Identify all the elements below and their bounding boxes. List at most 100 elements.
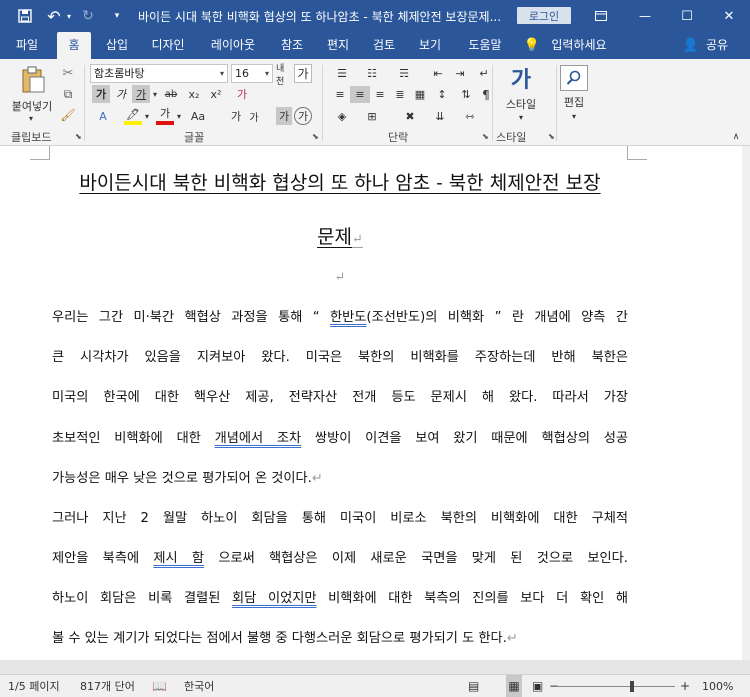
- bold-button[interactable]: 가: [92, 85, 110, 103]
- find-icon[interactable]: [560, 65, 588, 91]
- numbering-icon[interactable]: ☷: [360, 65, 384, 81]
- spelling-flag[interactable]: 회담 이었지만: [232, 591, 316, 606]
- document-page[interactable]: 바이든시대 북한 비핵화 협상의 또 하나 암초 - 북한 체제안전 보장 문제…: [0, 146, 742, 660]
- zoom-in-button[interactable]: +: [680, 675, 690, 697]
- decrease-indent-icon[interactable]: ⇤: [428, 65, 448, 81]
- font-launcher-icon[interactable]: ⬊: [312, 132, 319, 141]
- paste-dropdown-icon[interactable]: ▾: [26, 113, 36, 123]
- minimize-icon[interactable]: —: [630, 0, 660, 32]
- tab-insert[interactable]: 삽입: [97, 32, 137, 59]
- proofing-icon[interactable]: 📖: [152, 675, 167, 697]
- language-indicator[interactable]: 한국어: [184, 675, 214, 697]
- collapse-ribbon-icon[interactable]: ∧: [730, 131, 742, 143]
- align-right-icon[interactable]: ≡: [370, 86, 390, 103]
- tab-review[interactable]: 검토: [364, 32, 404, 59]
- paragraph-group-label: 단락: [388, 131, 409, 144]
- asian-layout-icon[interactable]: ✖: [400, 107, 420, 125]
- text-run: 하노이 회담은 비록 결렬된: [52, 591, 233, 606]
- paragraph-spacing-icon[interactable]: ⇊: [430, 107, 450, 125]
- spelling-flag[interactable]: 한반도: [330, 310, 366, 325]
- web-layout-icon[interactable]: ▣: [532, 675, 543, 697]
- distribute-icon[interactable]: ⇿: [460, 107, 480, 125]
- distributed-icon[interactable]: ▦: [410, 86, 430, 103]
- share-button[interactable]: 공유: [702, 32, 732, 59]
- maximize-icon[interactable]: ☐: [672, 0, 702, 32]
- tab-layout[interactable]: 레이아웃: [202, 32, 264, 59]
- line-break-icon[interactable]: ↵: [476, 65, 492, 81]
- spelling-flag[interactable]: 개념에서 조차: [215, 431, 302, 446]
- vertical-scrollbar[interactable]: [742, 146, 750, 660]
- redo-icon[interactable]: ↻: [78, 0, 98, 32]
- align-center-icon[interactable]: ≡: [350, 86, 370, 103]
- text-effects-icon[interactable]: A: [92, 107, 114, 125]
- login-button[interactable]: 로그인: [517, 7, 571, 24]
- sort-icon[interactable]: ⇅: [456, 86, 476, 103]
- empty-paragraph: ↵: [52, 270, 628, 285]
- paragraph-launcher-icon[interactable]: ⬊: [482, 132, 489, 141]
- format-painter-icon[interactable]: 🖌: [60, 107, 76, 123]
- shrink-font-button[interactable]: 가: [246, 107, 262, 125]
- zoom-level[interactable]: 100%: [702, 675, 733, 697]
- clear-format-icon[interactable]: 가: [232, 85, 252, 103]
- word-count[interactable]: 817개 단어: [80, 675, 135, 697]
- quick-access-customize-icon[interactable]: ▾: [110, 0, 124, 32]
- font-size-combo[interactable]: 16 ▾: [231, 64, 273, 83]
- char-shading-button[interactable]: 가: [276, 107, 292, 125]
- superscript-button[interactable]: x²: [206, 85, 226, 103]
- highlight-dropdown-icon[interactable]: ▾: [143, 107, 151, 125]
- change-case-button[interactable]: Aa: [186, 107, 210, 125]
- page-count[interactable]: 1/5 페이지: [8, 675, 60, 697]
- tell-me-input[interactable]: 입력하세요: [546, 32, 612, 59]
- read-mode-icon[interactable]: ▤: [468, 675, 479, 697]
- zoom-slider[interactable]: [557, 686, 675, 687]
- font-name-combo[interactable]: 함초롬바탕 ▾: [90, 64, 228, 83]
- font-color-dropdown-icon[interactable]: ▾: [175, 107, 183, 125]
- save-icon[interactable]: [14, 0, 36, 32]
- cut-icon[interactable]: ✂: [60, 65, 76, 81]
- clipboard-launcher-icon[interactable]: ⬊: [75, 132, 82, 141]
- print-layout-icon[interactable]: ▦: [506, 675, 522, 697]
- highlight-icon[interactable]: 🖊: [124, 107, 142, 125]
- grow-font-button[interactable]: 가: [228, 107, 244, 125]
- bullets-icon[interactable]: ☰: [330, 65, 354, 81]
- styles-dropdown-icon[interactable]: ▾: [516, 112, 526, 122]
- copy-icon[interactable]: ⧉: [60, 86, 76, 102]
- align-left-icon[interactable]: ≡: [330, 86, 350, 103]
- enclose-char-button[interactable]: 가: [294, 107, 312, 125]
- strikethrough-button[interactable]: ab: [162, 85, 180, 103]
- styles-icon[interactable]: 가: [506, 63, 536, 93]
- tab-design[interactable]: 디자인: [143, 32, 193, 59]
- borders-icon[interactable]: ⊞: [360, 107, 384, 125]
- undo-dropdown-icon[interactable]: ▾: [64, 0, 74, 32]
- tab-view[interactable]: 보기: [410, 32, 450, 59]
- paste-button[interactable]: 붙여넣기: [6, 99, 58, 113]
- subscript-button[interactable]: x₂: [184, 85, 204, 103]
- clear-formatting-icon[interactable]: 가: [294, 64, 312, 83]
- tab-file[interactable]: 파일: [4, 32, 50, 59]
- spelling-flag[interactable]: 제시 함: [153, 551, 204, 566]
- justify-icon[interactable]: ≣: [390, 86, 410, 103]
- undo-icon[interactable]: ↶: [44, 0, 64, 32]
- italic-button[interactable]: 가: [112, 85, 130, 103]
- paste-icon[interactable]: [18, 65, 48, 95]
- editing-button[interactable]: 편집: [556, 95, 592, 109]
- close-icon[interactable]: ✕: [714, 0, 744, 32]
- font-color-button[interactable]: 가: [156, 105, 174, 125]
- styles-button[interactable]: 스타일: [500, 97, 542, 111]
- ribbon-display-options-icon[interactable]: [590, 0, 612, 32]
- styles-launcher-icon[interactable]: ⬊: [548, 132, 555, 141]
- multilevel-list-icon[interactable]: ☴: [392, 65, 416, 81]
- increase-indent-icon[interactable]: ⇥: [450, 65, 470, 81]
- grow-font-icon[interactable]: 내천: [276, 64, 292, 87]
- underline-button[interactable]: 가: [132, 85, 150, 103]
- tab-references[interactable]: 참조: [272, 32, 312, 59]
- line-spacing-icon[interactable]: ↕: [432, 86, 452, 103]
- editing-dropdown-icon[interactable]: ▾: [569, 111, 579, 121]
- zoom-slider-thumb[interactable]: [630, 681, 634, 692]
- tab-mailings[interactable]: 편지: [318, 32, 358, 59]
- tab-help[interactable]: 도움말: [460, 32, 510, 59]
- tab-home[interactable]: 홈: [57, 32, 91, 59]
- shading-icon[interactable]: ◈: [330, 107, 354, 125]
- body-line-9: 볼 수 있는 계기가 되었다는 점에서 불행 중 다행스러운 회담으로 평가되기…: [52, 627, 628, 646]
- underline-dropdown-icon[interactable]: ▾: [151, 85, 159, 103]
